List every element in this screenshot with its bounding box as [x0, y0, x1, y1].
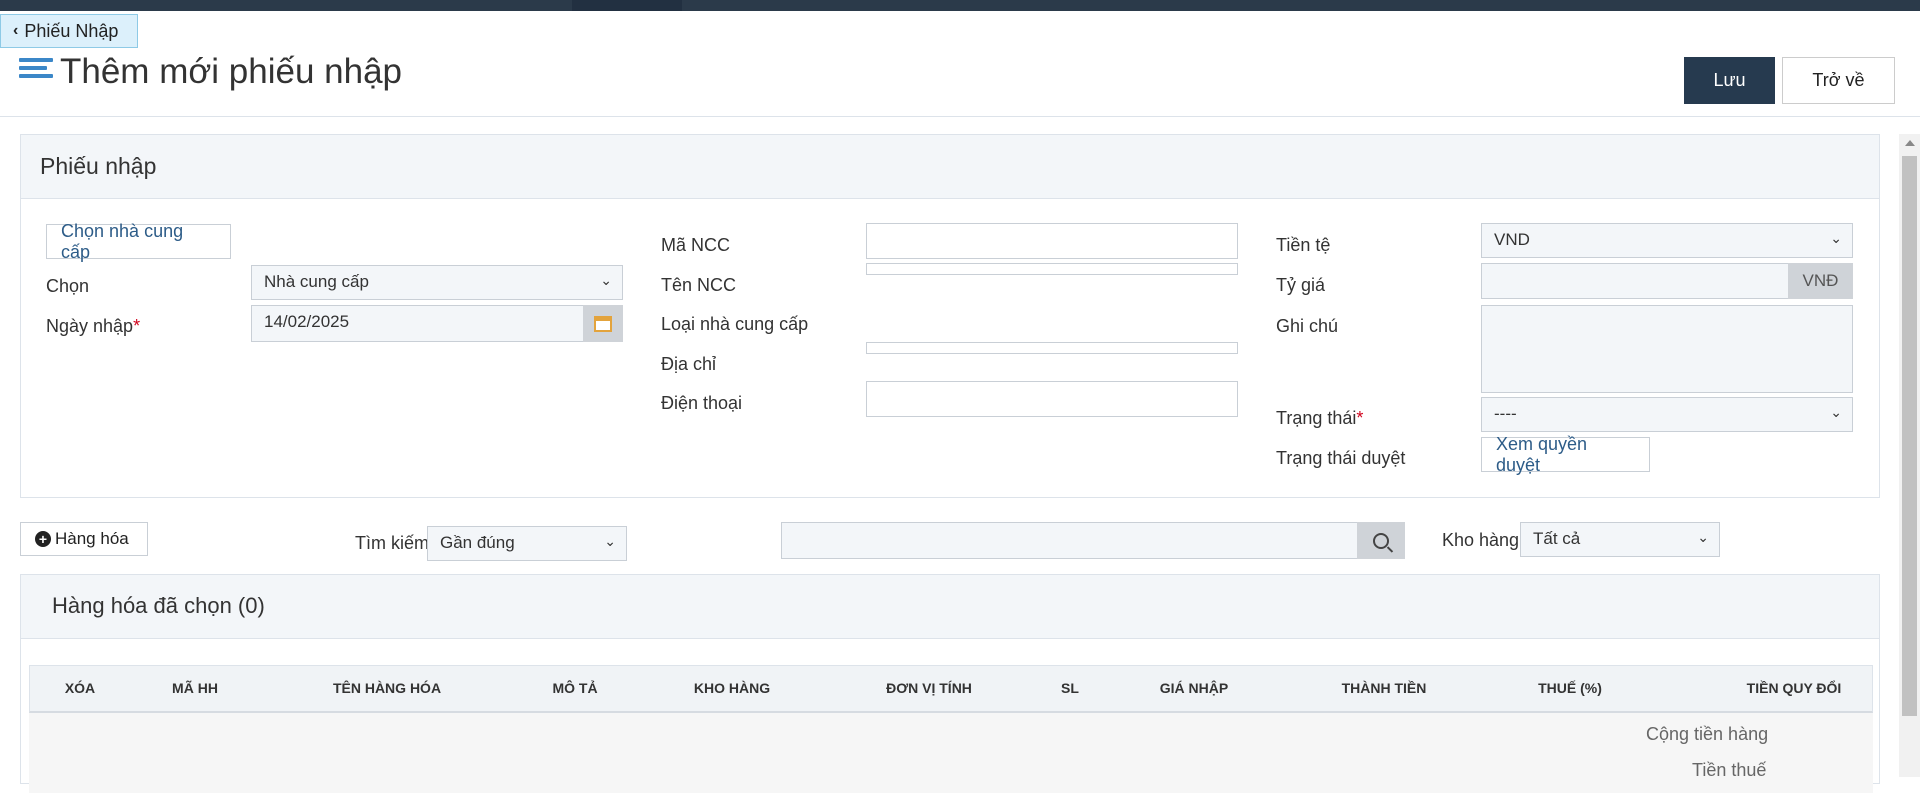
- receipt-panel: Phiếu nhập Chọn nhà cung cấp Chọn Nhà cu…: [20, 134, 1880, 498]
- warehouse-select[interactable]: Tất cả ⌄: [1520, 522, 1720, 557]
- top-navbar: [0, 0, 1920, 11]
- goods-table-header: XÓA MÃ HH TÊN HÀNG HÓA MÔ TẢ KHO HÀNG ĐƠ…: [29, 665, 1873, 713]
- active-nav-segment[interactable]: [572, 0, 682, 11]
- warehouse-label: Kho hàng: [1442, 530, 1520, 550]
- supplier-name-label: Tên NCC: [661, 275, 737, 295]
- calendar-button[interactable]: [583, 305, 623, 342]
- choose-supplier-label: Chọn nhà cung cấp: [61, 220, 184, 262]
- selected-goods-panel: Hàng hóa đã chọn (0) XÓA MÃ HH TÊN HÀNG …: [20, 574, 1880, 793]
- sum-tax-label: Tiền thuế: [1692, 760, 1767, 780]
- currency-select[interactable]: VND ⌄: [1481, 223, 1853, 258]
- save-button[interactable]: Lưu: [1684, 57, 1775, 104]
- add-goods-label: Hàng hóa: [55, 529, 129, 548]
- search-mode-value: Gần đúng: [440, 533, 515, 552]
- column-header[interactable]: SL: [1061, 680, 1079, 696]
- chevron-down-icon: ⌄: [1697, 529, 1709, 545]
- selected-goods-title: Hàng hóa đã chọn (0): [21, 575, 1879, 639]
- view-approval-label: Xem quyền duyệt: [1496, 433, 1588, 475]
- column-header[interactable]: TIỀN QUY ĐỔI: [1747, 680, 1842, 696]
- search-icon: [1373, 532, 1389, 549]
- column-header[interactable]: MÃ HH: [172, 680, 218, 696]
- chevron-left-icon: ‹: [13, 22, 19, 39]
- status-value: ----: [1494, 404, 1517, 423]
- note-label: Ghi chú: [1276, 316, 1339, 336]
- goods-table-summary: Cộng tiền hàng Tiền thuế: [29, 713, 1873, 793]
- sum-goods-label: Cộng tiền hàng: [1646, 724, 1769, 744]
- exchange-rate-input[interactable]: [1481, 263, 1789, 299]
- breadcrumb-back-button[interactable]: ‹ Phiếu Nhập: [0, 14, 138, 48]
- choose-supplier-button[interactable]: Chọn nhà cung cấp: [46, 221, 231, 262]
- back-button[interactable]: Trở về: [1782, 57, 1895, 104]
- status-select[interactable]: ---- ⌄: [1481, 397, 1853, 432]
- page-scrollbar[interactable]: [1899, 134, 1920, 777]
- page-title: Thêm mới phiếu nhập: [60, 52, 403, 91]
- supplier-code-label: Mã NCC: [661, 235, 731, 255]
- date-input[interactable]: 14/02/2025: [251, 305, 584, 342]
- chevron-down-icon: ⌄: [1830, 404, 1842, 420]
- search-input[interactable]: [781, 522, 1358, 559]
- search-label: Tìm kiếm: [355, 533, 429, 553]
- warehouse-value: Tất cả: [1533, 529, 1581, 548]
- date-value: 14/02/2025: [264, 312, 350, 331]
- column-header[interactable]: MÔ TẢ: [552, 680, 597, 696]
- chevron-down-icon: ⌄: [604, 533, 616, 549]
- column-header[interactable]: THÀNH TIỀN: [1342, 680, 1427, 696]
- phone-label: Điện thoại: [661, 393, 743, 413]
- column-header[interactable]: ĐƠN VỊ TÍNH: [886, 680, 972, 696]
- address-label: Địa chỉ: [661, 354, 717, 374]
- supplier-type-label: Loại nhà cung cấp: [661, 314, 809, 334]
- chevron-down-icon: ⌄: [600, 272, 612, 288]
- column-header[interactable]: GIÁ NHẬP: [1160, 680, 1228, 696]
- choose-select-value: Nhà cung cấp: [264, 272, 369, 291]
- choose-select[interactable]: Nhà cung cấp ⌄: [251, 265, 623, 300]
- note-textarea[interactable]: [1481, 305, 1853, 393]
- calendar-icon: [594, 315, 612, 332]
- exchange-rate-label: Tỷ giá: [1276, 275, 1326, 295]
- phone-input[interactable]: [866, 381, 1238, 417]
- breadcrumb-label: Phiếu Nhập: [24, 20, 119, 41]
- approval-status-label: Trạng thái duyệt: [1276, 448, 1406, 468]
- header-divider: [0, 116, 1920, 117]
- search-button[interactable]: [1357, 522, 1405, 559]
- list-icon: [19, 58, 53, 86]
- currency-label: Tiền tệ: [1276, 235, 1331, 255]
- column-header[interactable]: XÓA: [65, 680, 95, 696]
- choose-label: Chọn: [46, 276, 90, 296]
- date-label: Ngày nhập*: [46, 316, 141, 336]
- supplier-code-input[interactable]: [866, 223, 1238, 259]
- currency-value: VND: [1494, 230, 1530, 249]
- plus-circle-icon: +: [35, 531, 51, 547]
- receipt-panel-title: Phiếu nhập: [21, 135, 1879, 199]
- scroll-up-icon[interactable]: [1905, 140, 1915, 146]
- status-label: Trạng thái*: [1276, 408, 1364, 428]
- chevron-down-icon: ⌄: [1830, 230, 1842, 246]
- column-header[interactable]: KHO HÀNG: [694, 680, 770, 696]
- scrollbar-thumb[interactable]: [1902, 156, 1917, 716]
- add-goods-button[interactable]: + Hàng hóa: [20, 522, 148, 556]
- column-header[interactable]: THUẾ (%): [1538, 680, 1602, 696]
- address-field[interactable]: [866, 342, 1238, 354]
- supplier-name-field[interactable]: [866, 263, 1238, 275]
- view-approval-button[interactable]: Xem quyền duyệt: [1481, 434, 1650, 475]
- column-header[interactable]: TÊN HÀNG HÓA: [333, 680, 441, 696]
- search-mode-select[interactable]: Gần đúng ⌄: [427, 526, 627, 561]
- exchange-rate-unit: VNĐ: [1788, 263, 1853, 299]
